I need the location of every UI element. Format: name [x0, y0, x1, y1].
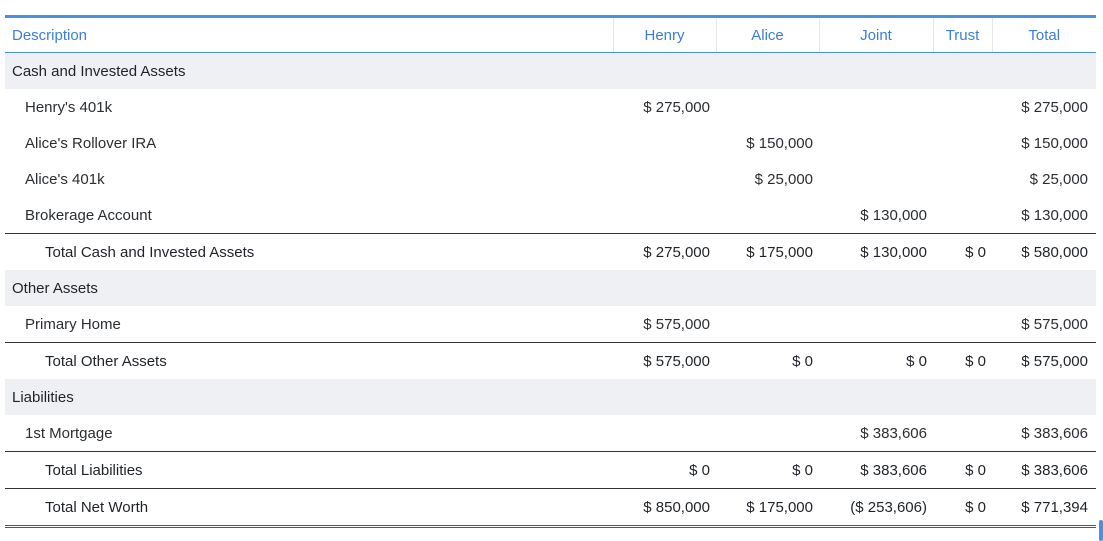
cell-trust	[933, 89, 992, 125]
cell-joint: ($ 253,606)	[819, 488, 933, 528]
cell-trust: $ 0	[933, 488, 992, 528]
row-label: Primary Home	[25, 315, 121, 333]
cell-alice: $ 0	[716, 451, 819, 489]
cell-henry	[613, 125, 716, 161]
cell-henry	[613, 415, 716, 452]
cell-joint: $ 130,000	[819, 233, 933, 270]
section-row-other: Other Assets	[5, 270, 1096, 306]
cell-trust	[933, 306, 992, 343]
cell-total: $ 771,394	[992, 488, 1096, 528]
subtotal-row-other: Total Other Assets $ 575,000 $ 0 $ 0 $ 0…	[5, 342, 1096, 379]
table-header-row: Description Henry Alice Joint Trust Tota…	[5, 18, 1096, 53]
cell-alice: $ 175,000	[716, 488, 819, 528]
cell-joint	[819, 125, 933, 161]
cell-total: $ 383,606	[1021, 424, 1088, 442]
cell-henry	[613, 161, 716, 197]
cell-total: $ 130,000	[1021, 206, 1088, 224]
column-header-henry[interactable]: Henry	[612, 18, 716, 53]
cell-joint: $ 130,000	[860, 206, 927, 224]
cell-henry: $ 575,000	[643, 315, 710, 333]
column-header-description[interactable]: Description	[5, 18, 613, 53]
cell-alice	[716, 306, 819, 343]
section-title: Liabilities	[5, 379, 1096, 415]
table-row[interactable]: Primary Home $ 575,000 $ 575,000	[5, 306, 1096, 343]
subtotal-row-liabilities: Total Liabilities $ 0 $ 0 $ 383,606 $ 0 …	[5, 451, 1096, 489]
cell-joint: $ 0	[819, 342, 933, 379]
scrollbar-thumb[interactable]	[1099, 520, 1103, 541]
cell-trust	[933, 197, 992, 234]
row-label: Total Other Assets	[5, 342, 613, 379]
cell-trust	[933, 161, 992, 197]
cell-total: $ 580,000	[992, 233, 1096, 270]
table-row[interactable]: 1st Mortgage $ 383,606 $ 383,606	[5, 415, 1096, 452]
cell-total: $ 383,606	[992, 451, 1096, 489]
section-row-cash: Cash and Invested Assets	[5, 52, 1096, 89]
cell-trust	[933, 125, 992, 161]
cell-alice: $ 0	[716, 342, 819, 379]
table-row[interactable]: Alice's 401k $ 25,000 $ 25,000	[5, 161, 1096, 197]
cell-joint: $ 383,606	[860, 424, 927, 442]
cell-total: $ 25,000	[1029, 170, 1088, 188]
cell-henry: $ 575,000	[613, 342, 716, 379]
net-worth-statement: Description Henry Alice Joint Trust Tota…	[5, 15, 1096, 528]
net-worth-table: Description Henry Alice Joint Trust Tota…	[5, 18, 1096, 528]
cell-trust	[933, 415, 992, 452]
cell-joint: $ 383,606	[819, 451, 933, 489]
row-label: Alice's 401k	[25, 170, 105, 188]
table-row[interactable]: Henry's 401k $ 275,000 $ 275,000	[5, 89, 1096, 125]
cell-joint	[819, 306, 933, 343]
row-label: Total Net Worth	[5, 488, 613, 528]
row-label: Total Cash and Invested Assets	[5, 233, 613, 270]
row-label: 1st Mortgage	[25, 424, 113, 442]
cell-total: $ 275,000	[1021, 98, 1088, 116]
cell-alice: $ 25,000	[754, 170, 813, 188]
cell-henry: $ 0	[613, 451, 716, 489]
row-label: Alice's Rollover IRA	[25, 134, 157, 152]
section-row-liabilities: Liabilities	[5, 379, 1096, 415]
cell-trust: $ 0	[933, 233, 992, 270]
cell-trust: $ 0	[933, 342, 992, 379]
table-row[interactable]: Alice's Rollover IRA $ 150,000 $ 150,000	[5, 125, 1096, 161]
column-header-trust[interactable]: Trust	[932, 18, 992, 53]
cell-total: $ 575,000	[1021, 315, 1088, 333]
row-label: Total Liabilities	[5, 451, 613, 489]
cell-total: $ 150,000	[1021, 134, 1088, 152]
column-header-total[interactable]: Total	[991, 18, 1096, 53]
section-title: Other Assets	[5, 270, 1096, 306]
cell-alice: $ 150,000	[746, 134, 813, 152]
table-row[interactable]: Brokerage Account $ 130,000 $ 130,000	[5, 197, 1096, 234]
column-header-alice[interactable]: Alice	[715, 18, 819, 53]
cell-alice	[716, 89, 819, 125]
row-label: Brokerage Account	[25, 206, 152, 224]
cell-trust: $ 0	[933, 451, 992, 489]
subtotal-row-cash: Total Cash and Invested Assets $ 275,000…	[5, 233, 1096, 270]
cell-henry: $ 850,000	[613, 488, 716, 528]
column-header-joint[interactable]: Joint	[818, 18, 933, 53]
cell-total: $ 575,000	[992, 342, 1096, 379]
cell-henry	[613, 197, 716, 234]
cell-henry: $ 275,000	[643, 98, 710, 116]
cell-alice	[716, 197, 819, 234]
row-label: Henry's 401k	[25, 98, 113, 116]
cell-alice: $ 175,000	[716, 233, 819, 270]
net-worth-row: Total Net Worth $ 850,000 $ 175,000 ($ 2…	[5, 488, 1096, 528]
cell-joint	[819, 89, 933, 125]
section-title: Cash and Invested Assets	[5, 52, 1096, 89]
cell-alice	[716, 415, 819, 452]
cell-joint	[819, 161, 933, 197]
cell-henry: $ 275,000	[613, 233, 716, 270]
